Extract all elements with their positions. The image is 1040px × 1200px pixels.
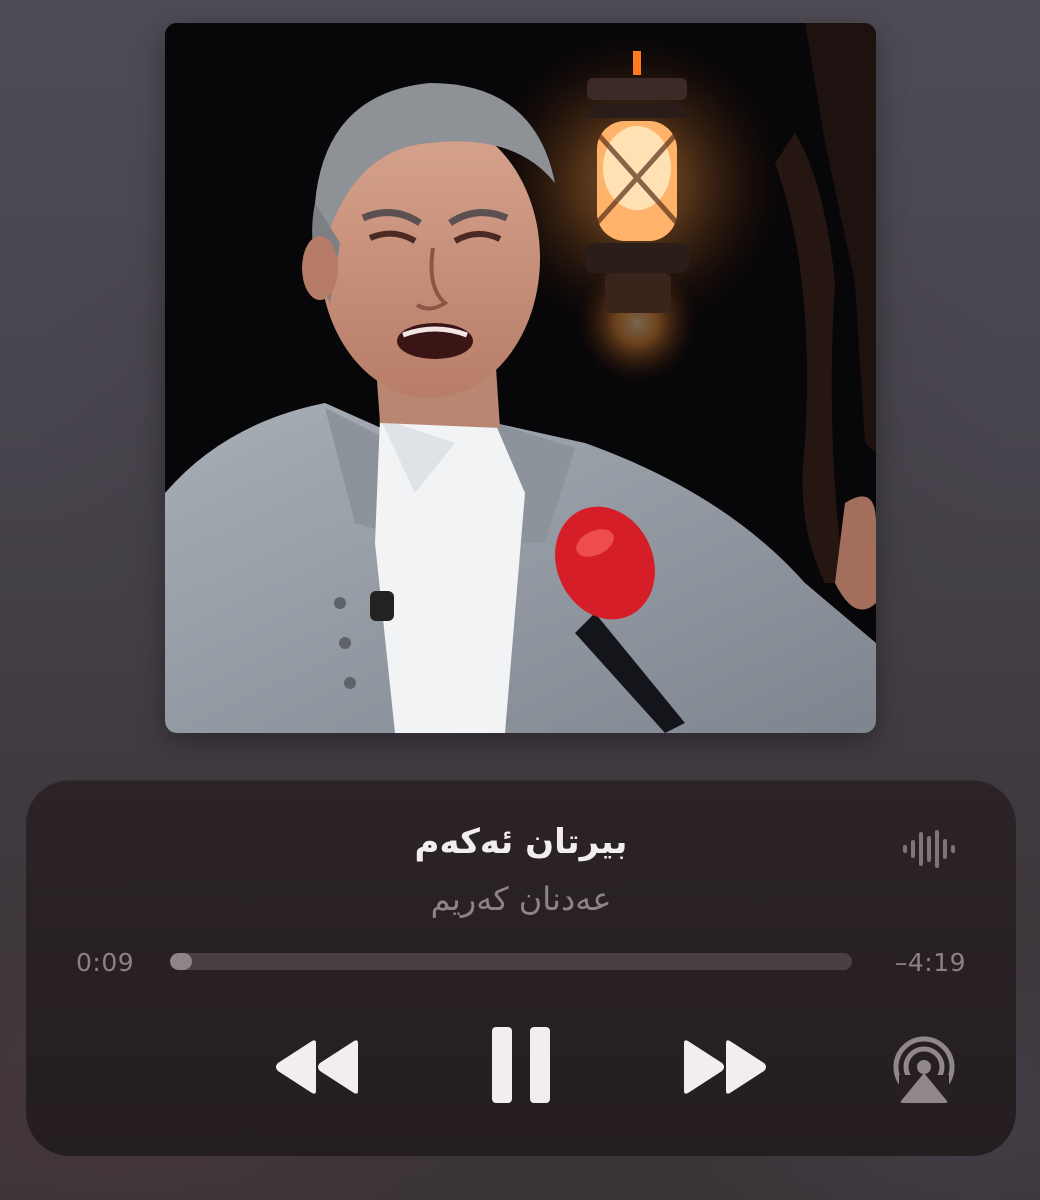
- forward-icon: [684, 1040, 766, 1094]
- forward-button[interactable]: [680, 1032, 770, 1102]
- progress-fill: [170, 953, 192, 970]
- backward-icon: [276, 1040, 358, 1094]
- artist-name[interactable]: عەدنان کەریم: [26, 880, 1016, 918]
- song-title[interactable]: بیرتان ئەکەم: [26, 822, 1016, 862]
- airplay-audio-icon: [893, 1036, 955, 1105]
- rewind-button[interactable]: [272, 1032, 362, 1102]
- airplay-button[interactable]: [884, 1030, 964, 1110]
- pause-icon: [492, 1027, 550, 1103]
- remaining-time: –4:19: [894, 948, 966, 977]
- progress-scrubber[interactable]: [170, 953, 852, 970]
- waveform-icon: [901, 828, 957, 870]
- album-artwork: [165, 23, 876, 733]
- elapsed-time: 0:09: [76, 948, 135, 977]
- now-playing-card: بیرتان ئەکەم عەدنان کەریم 0:09 –4:19: [26, 780, 1016, 1156]
- pause-button[interactable]: [486, 1020, 556, 1110]
